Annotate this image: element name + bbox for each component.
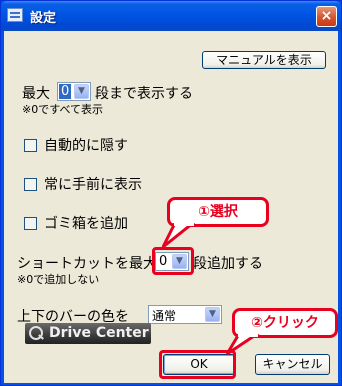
title-bar[interactable]: 設定 × (1, 1, 341, 31)
magnifier-icon (29, 326, 43, 340)
auto-hide-checkbox[interactable] (24, 139, 37, 152)
drive-center-logo: Drive Center (25, 323, 151, 344)
close-button[interactable]: × (316, 6, 337, 27)
always-on-top-checkbox[interactable] (24, 178, 37, 191)
show-manual-button[interactable]: マニュアルを表示 (202, 51, 326, 69)
max-rows-value: 0 (59, 84, 72, 99)
shortcut-prefix: ショートカットを最大 (17, 256, 157, 272)
always-on-top-label[interactable]: 常に手前に表示 (44, 174, 142, 194)
shortcut-note: ※0で追加しない (17, 273, 100, 286)
max-rows-prefix: 最大 (22, 86, 50, 102)
highlight-shortcut-select (152, 247, 194, 275)
callout-step1-pointer (161, 223, 196, 249)
auto-hide-label[interactable]: 自動的に隠す (44, 135, 128, 155)
window-title: 設定 (30, 11, 57, 26)
add-recycle-bin-checkbox[interactable] (24, 217, 37, 230)
add-recycle-bin-label[interactable]: ゴミ箱を追加 (44, 213, 128, 233)
chevron-down-icon: ▼ (205, 307, 220, 322)
shortcut-suffix: 段追加する (193, 256, 263, 272)
max-rows-note: ※0ですべて表示 (22, 103, 104, 116)
chevron-down-icon: ▼ (74, 84, 89, 99)
max-rows-select[interactable]: 0 ▼ (57, 82, 91, 101)
bar-color-select[interactable]: 通常 ▼ (148, 305, 222, 324)
close-icon: × (320, 8, 333, 24)
bar-color-value: 通常 (152, 309, 177, 323)
settings-window-icon (7, 8, 23, 22)
logo-text: Drive Center (49, 325, 149, 341)
cancel-button[interactable]: キャンセル (255, 354, 330, 375)
callout-step2-pointer (225, 334, 260, 356)
settings-window: 設定 × マニュアルを表示 最大 0 ▼ 段まで表示する ※0ですべて表示 自動… (0, 0, 342, 386)
max-rows-suffix: 段まで表示する (95, 86, 193, 102)
